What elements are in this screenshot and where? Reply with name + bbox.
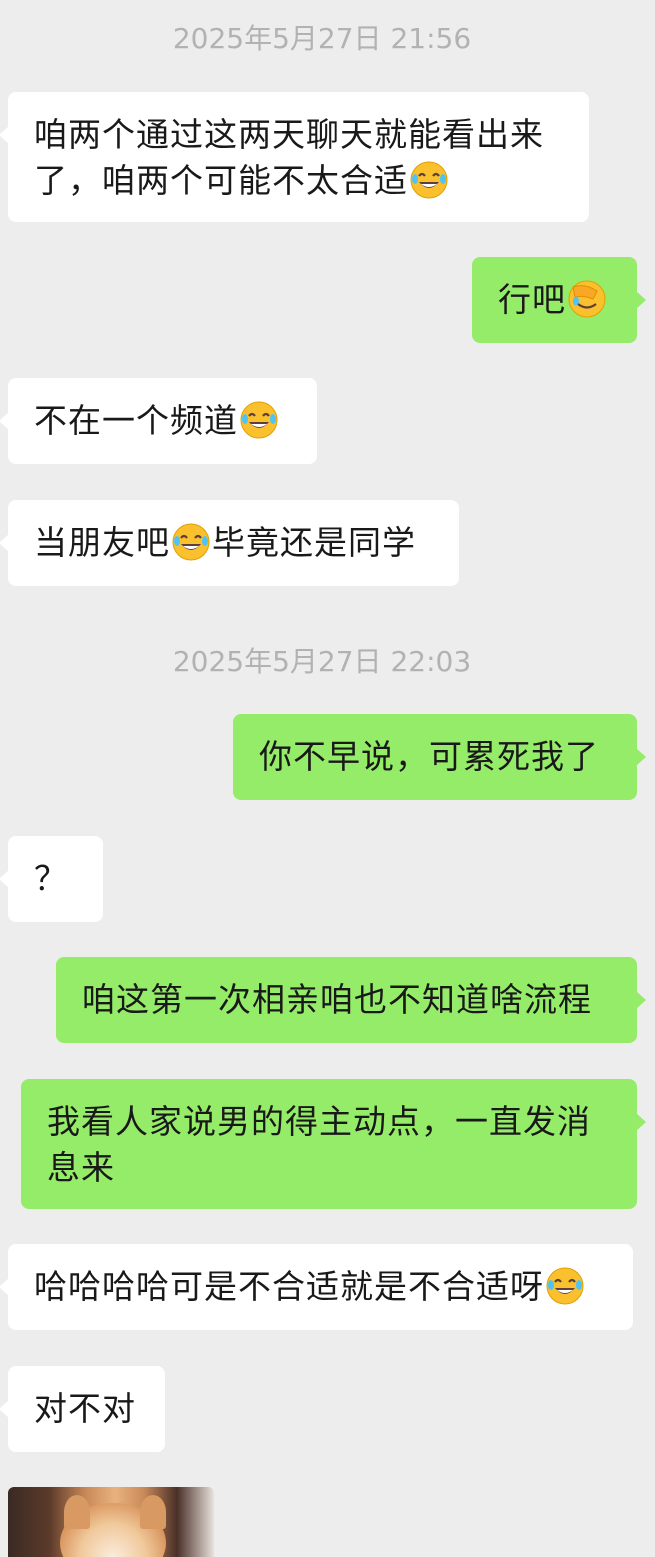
- incoming-message-bubble[interactable]: 不在一个频道: [0, 378, 317, 464]
- timestamp: 2025年5月27日 21:56: [172, 22, 472, 55]
- timestamp: 2025年5月27日 22:03: [172, 645, 472, 678]
- message-text: 咱这第一次相亲咱也不知道啥流程: [82, 980, 592, 1019]
- tears-of-joy-emoji-icon: [410, 161, 448, 199]
- message-text: 哈哈哈哈可是不合适就是不合适呀: [34, 1267, 544, 1306]
- incoming-message-bubble[interactable]: 咱两个通过这两天聊天就能看出来 了，咱两个可能不太合适: [0, 92, 589, 222]
- incoming-message-bubble[interactable]: 哈哈哈哈可是不合适就是不合适呀: [0, 1244, 633, 1330]
- outgoing-message-bubble[interactable]: 你不早说，可累死我了: [233, 714, 646, 800]
- dog-ear-image: [140, 1495, 166, 1529]
- message-text: 行吧: [498, 280, 566, 319]
- message-text: 毕竟还是同学: [212, 523, 416, 562]
- message-text: 对不对: [34, 1389, 136, 1428]
- dog-ear-image: [64, 1495, 90, 1529]
- message-text: 当朋友吧: [34, 523, 170, 562]
- incoming-message-bubble[interactable]: 对不对: [0, 1366, 165, 1452]
- message-text: 了，咱两个可能不太合适: [34, 161, 408, 200]
- shiba-dog-photo-message[interactable]: [8, 1487, 214, 1557]
- tears-of-joy-emoji-icon: [172, 523, 210, 561]
- message-text: 不在一个频道: [34, 401, 238, 440]
- message-text: 你不早说，可累死我了: [259, 737, 599, 776]
- incoming-message-bubble[interactable]: 当朋友吧 毕竟还是同学: [0, 500, 459, 586]
- message-text: 息来: [47, 1148, 115, 1187]
- message-text: ？: [34, 859, 68, 898]
- message-text: 我看人家说男的得主动点，一直发消: [47, 1102, 591, 1141]
- outgoing-message-bubble[interactable]: 我看人家说男的得主动点，一直发消 息来: [21, 1079, 646, 1209]
- outgoing-message-bubble[interactable]: 行吧: [472, 257, 646, 343]
- face-palm-emoji-icon: [568, 280, 606, 318]
- message-text: 咱两个通过这两天聊天就能看出来: [34, 115, 544, 154]
- outgoing-message-bubble[interactable]: 咱这第一次相亲咱也不知道啥流程: [56, 957, 646, 1043]
- tears-of-joy-emoji-icon: [546, 1267, 584, 1305]
- incoming-message-bubble[interactable]: ？: [0, 836, 103, 922]
- tears-of-joy-emoji-icon: [240, 401, 278, 439]
